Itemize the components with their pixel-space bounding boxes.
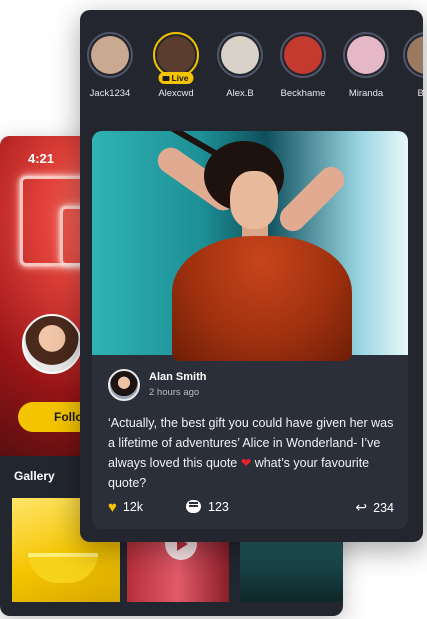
story-avatar bbox=[407, 36, 423, 74]
story-item[interactable]: Bob bbox=[392, 32, 423, 99]
post-photo-figure bbox=[274, 161, 350, 237]
story-avatar-ring bbox=[87, 32, 133, 78]
post-timestamp: 2 hours ago bbox=[149, 387, 200, 398]
author-name[interactable]: Alan Smith bbox=[149, 371, 206, 383]
status-time: 4:21 bbox=[28, 151, 55, 166]
post-caption: ‘Actually, the best gift you could have … bbox=[108, 413, 398, 493]
author-avatar[interactable] bbox=[108, 369, 140, 401]
story-name: Alexcwd bbox=[158, 88, 194, 99]
story-name: Alex.B bbox=[226, 88, 254, 99]
story-avatar bbox=[284, 36, 322, 74]
story-name: Jack1234 bbox=[89, 88, 131, 99]
post-photo-figure bbox=[172, 236, 352, 361]
story-avatar-ring: Live bbox=[153, 32, 199, 84]
profile-avatar bbox=[22, 314, 82, 374]
story-name: Beckhame bbox=[280, 88, 326, 99]
share-button[interactable]: ↩ 234 bbox=[355, 498, 394, 517]
share-count: 234 bbox=[373, 501, 394, 515]
video-camera-icon bbox=[162, 76, 170, 82]
story-avatar bbox=[221, 36, 259, 74]
story-avatar bbox=[91, 36, 129, 74]
heart-emoji-icon: ❤ bbox=[240, 456, 252, 470]
reply-arrow-icon: ↩ bbox=[355, 499, 368, 515]
comment-bubble-icon bbox=[186, 500, 201, 513]
story-avatar-ring bbox=[403, 32, 423, 78]
story-item[interactable]: Jack1234 bbox=[80, 32, 144, 99]
story-name: Miranda bbox=[348, 88, 384, 99]
comment-button[interactable]: 123 bbox=[186, 498, 229, 516]
story-item[interactable]: Alex.B bbox=[206, 32, 274, 99]
story-item[interactable]: Live Alexcwd bbox=[142, 32, 210, 99]
post-card: Alan Smith 2 hours ago ‘Actually, the be… bbox=[92, 131, 408, 529]
bathtub-graphic bbox=[28, 553, 98, 583]
story-avatar-ring bbox=[343, 32, 389, 78]
story-avatar-ring bbox=[280, 32, 326, 78]
stories-row: Jack1234 Live Alexcwd Alex.B Beckhame Mi… bbox=[80, 32, 423, 112]
post-image[interactable] bbox=[92, 131, 408, 361]
story-item[interactable]: Beckhame bbox=[269, 32, 337, 99]
heart-icon: ♥ bbox=[108, 499, 117, 516]
story-avatar-ring bbox=[217, 32, 263, 78]
story-name: Bob bbox=[417, 88, 423, 99]
post-photo-figure bbox=[230, 171, 278, 229]
story-avatar bbox=[347, 36, 385, 74]
story-item[interactable]: Miranda bbox=[332, 32, 400, 99]
gallery-title: Gallery bbox=[14, 469, 55, 483]
like-button[interactable]: ♥ 12k bbox=[108, 498, 143, 517]
like-count: 12k bbox=[122, 500, 144, 514]
live-badge: Live bbox=[158, 72, 194, 84]
front-phone-screen: Jack1234 Live Alexcwd Alex.B Beckhame Mi… bbox=[80, 10, 423, 542]
comment-count: 123 bbox=[208, 500, 229, 514]
live-label: Live bbox=[171, 73, 189, 83]
post-actions: ♥ 12k 123 ↩ 234 bbox=[92, 498, 408, 518]
story-avatar bbox=[157, 36, 195, 74]
